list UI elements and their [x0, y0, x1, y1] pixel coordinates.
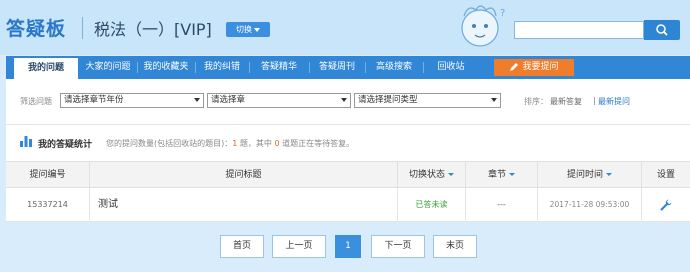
- col-chapter[interactable]: 章节: [466, 162, 538, 188]
- brand-title: 答疑板: [6, 18, 67, 40]
- search-icon: [656, 24, 668, 36]
- table-row: 15337214 测试 已答未读 --- 2017-11-28 09:53:00: [6, 188, 690, 222]
- pencil-icon: [510, 62, 519, 71]
- current-page[interactable]: 1: [335, 235, 361, 258]
- ask-question-label: 我要提问: [522, 62, 559, 72]
- chevron-down-icon: [194, 98, 200, 102]
- wrench-icon: [660, 199, 672, 211]
- filter-bar: 筛选问题 请选择章节年份 请选择章 请选择提问类型 排序： 最新答复 最新提问: [6, 93, 690, 109]
- sort-label: 排序：: [524, 97, 548, 106]
- sort-down-icon: [509, 173, 515, 176]
- next-page-button[interactable]: 下一页: [371, 235, 425, 258]
- chevron-down-icon: [254, 27, 260, 32]
- tab-my-questions[interactable]: 我的问题: [14, 56, 78, 79]
- col-time[interactable]: 提问时间: [538, 162, 642, 188]
- tab-favorites[interactable]: 我的收藏夹: [138, 56, 194, 79]
- year-select[interactable]: 请选择章节年份: [60, 93, 204, 108]
- filter-label: 筛选问题: [20, 97, 52, 106]
- sort-divider: [594, 97, 595, 105]
- switch-course-button[interactable]: 切换: [226, 22, 270, 37]
- stats-row: 我的答疑统计 您的提问数量(包括回收站的题目)：1 题，其中 0 道题正在等待答…: [6, 134, 690, 150]
- section-divider: [6, 124, 690, 125]
- table-header: 提问编号 提问标题 切换状态 章节 提问时间 设置: [6, 161, 690, 188]
- svg-text:?: ?: [500, 8, 505, 19]
- tab-weekly[interactable]: 答疑周刊: [310, 56, 364, 79]
- row-question-id: 15337214: [6, 188, 90, 221]
- chevron-down-icon: [491, 98, 497, 102]
- stats-text-c: 道题正在等待答复。: [279, 139, 355, 148]
- row-status: 已答未读: [398, 188, 466, 221]
- tab-corrections[interactable]: 我的纠错: [196, 56, 248, 79]
- main-nav: 我的问题 大家的问题 我的收藏夹 我的纠错 答疑精华 答疑周刊 高级搜索 回收站…: [6, 56, 690, 79]
- col-question-title: 提问标题: [90, 162, 398, 188]
- col-status-label: 切换状态: [408, 170, 445, 180]
- tab-recycle-bin[interactable]: 回收站: [424, 56, 478, 79]
- prev-page-button[interactable]: 上一页: [272, 235, 326, 258]
- col-question-id: 提问编号: [6, 162, 90, 188]
- mascot-icon: ?: [461, 5, 505, 47]
- ask-question-button[interactable]: 我要提问: [494, 59, 574, 76]
- question-type-select-value: 请选择提问类型: [358, 95, 418, 105]
- bar-chart-icon: [20, 136, 32, 147]
- sort-latest-reply[interactable]: 最新答复: [550, 96, 582, 107]
- sort-down-icon: [606, 173, 612, 176]
- stats-text-a: 您的提问数量(包括回收站的题目)：: [106, 139, 233, 148]
- row-time: 2017-11-28 09:53:00: [538, 188, 642, 221]
- switch-label: 切换: [236, 25, 252, 34]
- chapter-select-value: 请选择章: [211, 95, 246, 105]
- last-page-button[interactable]: 末页: [433, 235, 477, 258]
- tab-advanced-search[interactable]: 高级搜索: [366, 56, 422, 79]
- stats-text-b: 题，其中: [237, 139, 275, 148]
- col-status[interactable]: 切换状态: [398, 162, 466, 188]
- question-type-select[interactable]: 请选择提问类型: [354, 93, 501, 108]
- stats-summary: 您的提问数量(包括回收站的题目)：1 题，其中 0 道题正在等待答复。: [106, 138, 354, 149]
- content-panel: 筛选问题 请选择章节年份 请选择章 请选择提问类型 排序： 最新答复 最新提问 …: [6, 79, 690, 222]
- tab-everyones-questions[interactable]: 大家的问题: [80, 56, 136, 79]
- col-settings: 设置: [656, 170, 675, 180]
- year-select-value: 请选择章节年份: [64, 95, 124, 105]
- search-input[interactable]: [514, 21, 644, 39]
- col-time-label: 提问时间: [566, 170, 603, 180]
- row-chapter: ---: [466, 188, 538, 221]
- row-settings-button[interactable]: [642, 188, 690, 221]
- chapter-select[interactable]: 请选择章: [207, 93, 351, 108]
- chevron-down-icon: [341, 98, 347, 102]
- search-button[interactable]: [644, 20, 680, 40]
- brand-divider: [82, 17, 83, 39]
- col-chapter-label: 章节: [487, 170, 506, 180]
- first-page-button[interactable]: 首页: [220, 235, 264, 258]
- tab-highlights[interactable]: 答疑精华: [250, 56, 308, 79]
- sort-latest-question[interactable]: 最新提问: [598, 96, 630, 107]
- stats-title: 我的答疑统计: [38, 140, 93, 150]
- header: 答疑板 税法（一）[VIP] 切换 ?: [0, 0, 690, 55]
- course-title: 税法（一）[VIP]: [94, 20, 212, 39]
- row-question-title[interactable]: 测试: [90, 188, 398, 221]
- sort-down-icon: [448, 173, 454, 176]
